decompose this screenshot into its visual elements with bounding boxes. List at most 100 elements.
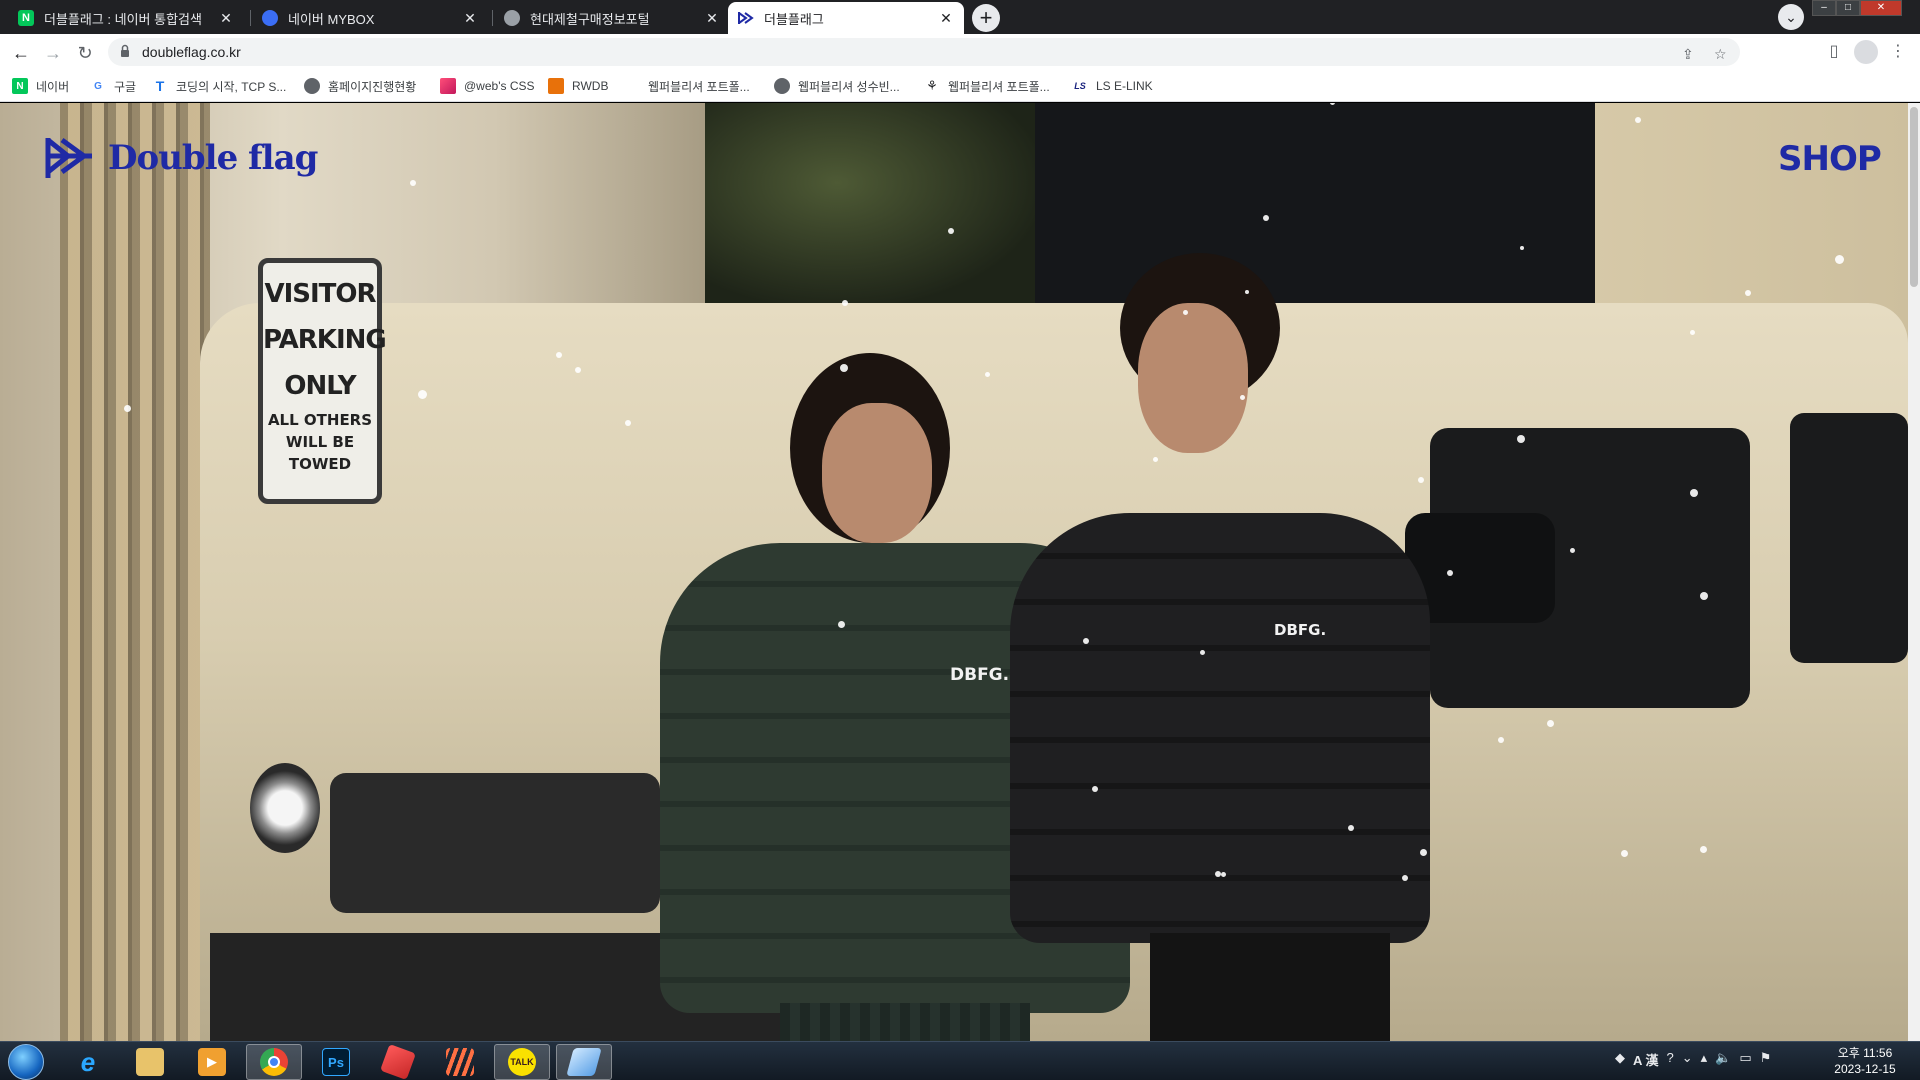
globe-icon bbox=[504, 10, 520, 26]
tab-hyundai-steel[interactable]: 현대제철구매정보포털 ✕ bbox=[494, 2, 730, 34]
bookmark-webs-css[interactable]: @web's CSS bbox=[440, 77, 535, 95]
mybox-icon bbox=[262, 10, 278, 26]
windows-taskbar: e ▶ Ps TALK ◆ A 漢 ? ⌄ ▴ 🔈 ▭ ⚑ 오후 11:56 2… bbox=[0, 1041, 1920, 1080]
bookmark-ls-elink[interactable]: LS LS E-LINK bbox=[1072, 77, 1153, 95]
ime-options-icon[interactable]: ⌄ bbox=[1682, 1050, 1693, 1069]
snowflake bbox=[1635, 117, 1641, 123]
snowflake bbox=[1348, 825, 1354, 831]
snowflake bbox=[985, 372, 990, 377]
chest-logo: DBFG. bbox=[950, 665, 1010, 685]
bookmark-rwdb[interactable]: RWDB bbox=[548, 77, 608, 95]
app-stripes-icon bbox=[446, 1048, 474, 1076]
bookmark-portfolio-1[interactable]: 웹퍼블리셔 포트폴... bbox=[624, 77, 750, 95]
bookmark-progress[interactable]: 홈페이지진행현황 bbox=[304, 77, 416, 95]
tab-separator bbox=[250, 10, 251, 26]
chrome-icon bbox=[260, 1048, 288, 1076]
snowflake bbox=[556, 352, 562, 358]
shield-icon[interactable]: ◆ bbox=[1615, 1050, 1625, 1069]
action-center-flag-icon[interactable]: ⚑ bbox=[1760, 1050, 1772, 1069]
naver-icon: N bbox=[18, 10, 34, 26]
wooden-gate bbox=[60, 103, 210, 1041]
side-panel-icon[interactable]: ▯ bbox=[1822, 40, 1846, 64]
snowflake bbox=[1690, 330, 1695, 335]
taskbar-file-explorer[interactable] bbox=[122, 1044, 178, 1080]
clock-date: 2023-12-15 bbox=[1834, 1062, 1896, 1076]
menu-icon[interactable]: ⋮ bbox=[1886, 40, 1910, 64]
face bbox=[1138, 303, 1248, 453]
bookmark-label: RWDB bbox=[572, 79, 609, 93]
face bbox=[822, 403, 932, 543]
tab-title: 더블플래그 bbox=[764, 11, 824, 27]
reload-button[interactable]: ↻ bbox=[72, 40, 98, 66]
profile-avatar[interactable] bbox=[1854, 40, 1878, 64]
cargo-pants bbox=[1150, 933, 1390, 1041]
tab-doubleflag[interactable]: 더블플래그 ✕ bbox=[728, 2, 964, 34]
snowflake bbox=[1083, 638, 1089, 644]
bookmark-google[interactable]: G 구글 bbox=[90, 77, 136, 95]
bookmark-label: 코딩의 시작, TCP S... bbox=[176, 79, 287, 94]
snowflake bbox=[124, 405, 131, 412]
back-button[interactable]: ← bbox=[8, 40, 34, 66]
snowflake bbox=[1420, 849, 1427, 856]
taskbar-chrome[interactable] bbox=[246, 1044, 302, 1080]
bookmark-naver[interactable]: N 네이버 bbox=[12, 77, 69, 95]
system-clock[interactable]: 오후 11:56 2023-12-15 bbox=[1820, 1045, 1910, 1077]
snowflake bbox=[842, 300, 848, 306]
show-hidden-icons[interactable]: ▴ bbox=[1701, 1050, 1708, 1069]
double-flag-logo-icon bbox=[45, 137, 92, 178]
scrollbar-thumb[interactable] bbox=[1910, 107, 1918, 287]
vehicle-rear-window bbox=[1790, 413, 1908, 663]
page-scrollbar[interactable] bbox=[1908, 103, 1920, 1041]
snowflake bbox=[1418, 477, 1424, 483]
snowflake bbox=[1690, 489, 1698, 497]
tab-title: 현대제철구매정보포털 bbox=[530, 11, 650, 27]
bookmark-portfolio-2[interactable]: ⚘ 웹퍼블리셔 포트폴... bbox=[924, 77, 1050, 95]
bookmark-sung-subin[interactable]: 웹퍼블리셔 성수빈... bbox=[774, 77, 900, 95]
snowflake bbox=[840, 364, 848, 372]
close-icon[interactable]: ✕ bbox=[938, 10, 954, 26]
taskbar-photoshop[interactable]: Ps bbox=[308, 1044, 364, 1080]
hero-section: VISITOR PARKING ONLY ALL OTHERS WILL BE … bbox=[0, 103, 1908, 1041]
taskbar-app-red[interactable] bbox=[370, 1044, 426, 1080]
snowflake bbox=[1570, 548, 1575, 553]
site-logo[interactable]: Double flag bbox=[44, 136, 318, 180]
tab-title: 네이버 MYBOX bbox=[288, 11, 375, 27]
new-tab-button[interactable]: + bbox=[972, 4, 1000, 32]
snowflake bbox=[1621, 850, 1628, 857]
start-button[interactable] bbox=[8, 1044, 44, 1080]
kakaotalk-icon: TALK bbox=[508, 1048, 536, 1076]
tab-mybox[interactable]: 네이버 MYBOX ✕ bbox=[252, 2, 488, 34]
bookmark-star-icon[interactable]: ☆ bbox=[1714, 46, 1727, 63]
taskbar-app-stripes[interactable] bbox=[432, 1044, 488, 1080]
browser-toolbar: ← → ↻ doubleflag.co.kr ⇪ ☆ ▯ ⋮ bbox=[0, 34, 1920, 70]
tab-search-button[interactable]: ⌄ bbox=[1778, 4, 1804, 30]
taskbar-media-player[interactable]: ▶ bbox=[184, 1044, 240, 1080]
share-icon[interactable]: ⇪ bbox=[1682, 46, 1694, 63]
black-puffer-jacket bbox=[1010, 513, 1430, 943]
shop-link[interactable]: SHOP bbox=[1778, 139, 1882, 179]
sign-line: ALL OTHERS bbox=[267, 411, 373, 429]
close-icon[interactable]: ✕ bbox=[218, 10, 234, 26]
snowflake bbox=[1700, 592, 1708, 600]
tab-strip: N 더블플래그 : 네이버 통합검색 ✕ 네이버 MYBOX ✕ 현대제철구매정… bbox=[0, 0, 1920, 34]
close-icon[interactable]: ✕ bbox=[704, 10, 720, 26]
forward-button[interactable]: → bbox=[40, 40, 66, 66]
tab-naver-search[interactable]: N 더블플래그 : 네이버 통합검색 ✕ bbox=[8, 2, 244, 34]
close-window-button[interactable]: ✕ bbox=[1860, 0, 1902, 16]
minimize-button[interactable]: – bbox=[1812, 0, 1836, 16]
bookmark-tcp[interactable]: T 코딩의 시작, TCP S... bbox=[152, 77, 286, 95]
network-icon[interactable]: ▭ bbox=[1739, 1050, 1751, 1069]
address-bar[interactable]: doubleflag.co.kr ⇪ ☆ bbox=[108, 38, 1740, 66]
taskbar-app-blue[interactable] bbox=[556, 1044, 612, 1080]
taskbar-internet-explorer[interactable]: e bbox=[60, 1044, 116, 1080]
snowflake bbox=[418, 390, 427, 399]
maximize-button[interactable]: □ bbox=[1836, 0, 1860, 16]
help-icon[interactable]: ? bbox=[1667, 1050, 1674, 1069]
close-icon[interactable]: ✕ bbox=[462, 10, 478, 26]
bookmark-label: 구글 bbox=[114, 79, 137, 94]
taskbar-kakaotalk[interactable]: TALK bbox=[494, 1044, 550, 1080]
snowflake bbox=[1700, 846, 1707, 853]
speaker-muted-icon[interactable]: 🔈 bbox=[1715, 1050, 1731, 1069]
ime-indicator[interactable]: A 漢 bbox=[1633, 1050, 1659, 1069]
url-text: doubleflag.co.kr bbox=[142, 44, 241, 60]
